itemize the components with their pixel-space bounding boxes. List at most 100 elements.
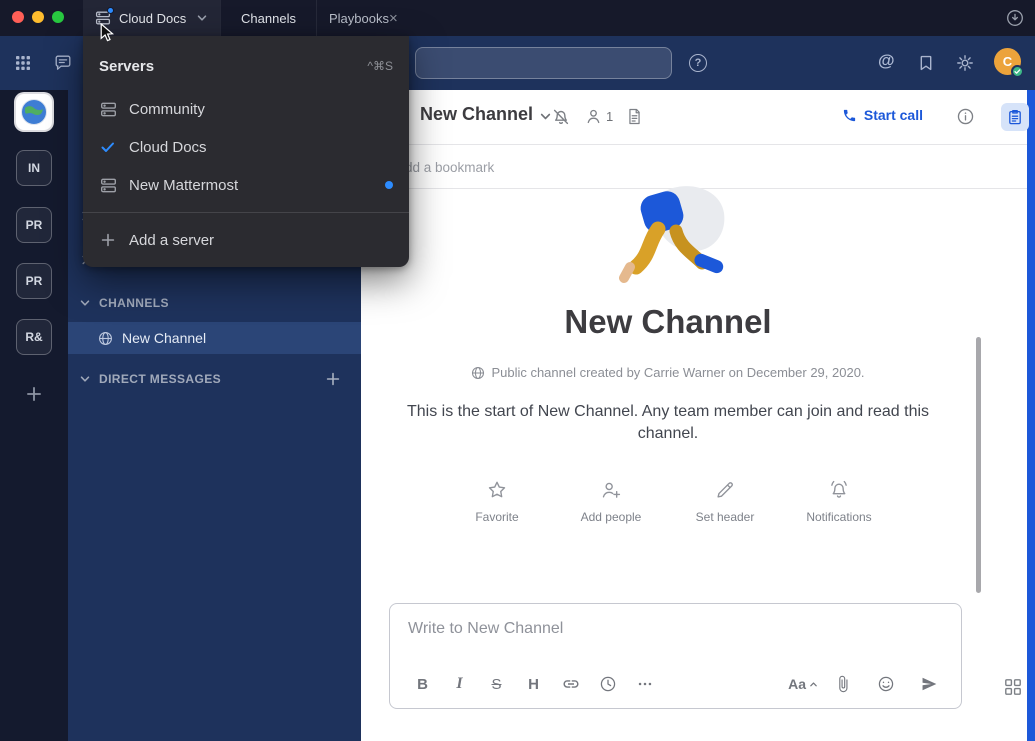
members-button[interactable]: 1 xyxy=(584,107,613,126)
mattermost-window: Cloud Docs Channels Playbooks × ? @ C IN… xyxy=(0,0,1035,741)
server-icon xyxy=(99,176,117,194)
team-item[interactable]: PR xyxy=(16,263,52,299)
team-sidebar: IN PR PR R& xyxy=(0,90,68,741)
server-item-community[interactable]: Community xyxy=(83,90,409,128)
plus-icon xyxy=(99,231,117,249)
channels-chat-icon[interactable] xyxy=(54,54,72,72)
user-avatar[interactable]: C xyxy=(994,48,1021,75)
scrollbar[interactable] xyxy=(976,337,981,593)
apps-grid-icon[interactable] xyxy=(1003,677,1023,697)
server-icon xyxy=(99,100,117,118)
team-item-globe[interactable] xyxy=(16,94,52,130)
pencil-icon xyxy=(714,479,736,501)
settings-gear-icon[interactable] xyxy=(956,54,974,72)
channel-header: New Channel 1 Start call xyxy=(361,90,1027,144)
minimize-window-button[interactable] xyxy=(32,11,44,23)
channel-title: New Channel xyxy=(420,104,533,125)
check-icon xyxy=(99,138,117,156)
help-icon[interactable]: ? xyxy=(689,54,707,72)
servers-shortcut: ^⌘S xyxy=(367,59,393,73)
clipboard-icon xyxy=(1007,109,1023,125)
globe-icon xyxy=(471,366,485,380)
emoji-icon[interactable] xyxy=(867,675,904,693)
tab-playbooks[interactable]: Playbooks × xyxy=(316,0,408,36)
add-bookmark-button[interactable]: Add a bookmark xyxy=(396,160,494,175)
person-plus-icon xyxy=(600,479,622,501)
team-item[interactable]: R& xyxy=(16,319,52,355)
team-item[interactable]: PR xyxy=(16,207,52,243)
server-item-cloud-docs[interactable]: Cloud Docs xyxy=(83,128,409,166)
channel-info-icon[interactable] xyxy=(956,107,975,126)
close-tab-icon[interactable]: × xyxy=(389,11,398,26)
add-server-label: Add a server xyxy=(129,232,214,249)
channel-title-button[interactable]: New Channel xyxy=(420,104,552,125)
servers-menu-header: Servers ^⌘S xyxy=(83,50,409,82)
titlebar: Cloud Docs Channels Playbooks × xyxy=(0,0,1035,36)
message-input[interactable]: Write to New Channel xyxy=(408,620,563,638)
sidebar-channel-new-channel[interactable]: New Channel xyxy=(68,322,361,354)
zoom-window-button[interactable] xyxy=(52,11,64,23)
text-format-toggle[interactable]: Aa xyxy=(788,676,818,692)
action-label: Favorite xyxy=(475,510,518,524)
italic-button[interactable]: I xyxy=(441,675,478,693)
menu-divider xyxy=(83,212,409,213)
add-team-icon[interactable] xyxy=(25,385,43,403)
server-item-label: New Mattermost xyxy=(129,177,238,194)
set-header-button[interactable]: Set header xyxy=(688,479,762,524)
format-label: Aa xyxy=(788,676,806,692)
action-label: Set header xyxy=(696,510,755,524)
notifications-button[interactable]: Notifications xyxy=(802,479,876,524)
category-direct-messages[interactable]: DIRECT MESSAGES xyxy=(68,366,361,392)
channel-intro-illustration xyxy=(600,185,736,289)
close-window-button[interactable] xyxy=(12,11,24,23)
server-item-label: Cloud Docs xyxy=(129,139,207,156)
heading-button[interactable]: H xyxy=(515,676,552,693)
bookmarks-bar: Add a bookmark xyxy=(361,144,1027,189)
products-grid-icon[interactable] xyxy=(15,55,31,71)
send-icon[interactable] xyxy=(910,675,947,693)
chevron-down-icon xyxy=(79,373,91,385)
download-icon[interactable] xyxy=(1006,9,1024,27)
start-call-label: Start call xyxy=(864,107,923,123)
mouse-cursor xyxy=(100,23,115,44)
avatar-initial: C xyxy=(1003,54,1012,69)
pinned-files-icon[interactable] xyxy=(625,107,644,126)
category-channels[interactable]: CHANNELS xyxy=(68,290,361,316)
person-icon xyxy=(584,107,603,126)
servers-menu-title: Servers xyxy=(99,58,154,75)
start-call-button[interactable]: Start call xyxy=(842,107,923,123)
bell-icon xyxy=(828,479,850,501)
team-initials: PR xyxy=(26,274,43,288)
add-server-button[interactable]: Add a server xyxy=(83,221,409,259)
byline-text: Public channel created by Carrie Warner … xyxy=(491,365,864,380)
more-options-icon[interactable] xyxy=(626,675,663,693)
team-initials: PR xyxy=(26,218,43,232)
action-label: Notifications xyxy=(806,510,871,524)
intro-byline: Public channel created by Carrie Warner … xyxy=(471,365,864,380)
team-initials: IN xyxy=(28,161,40,175)
history-clock-icon[interactable] xyxy=(589,675,626,693)
search-input[interactable] xyxy=(415,47,672,79)
bold-button[interactable]: B xyxy=(404,676,441,693)
attach-paperclip-icon[interactable] xyxy=(824,675,861,693)
server-item-new-mattermost[interactable]: New Mattermost xyxy=(83,166,409,204)
saved-posts-bookmark-icon[interactable] xyxy=(917,54,935,72)
intro-heading: New Channel xyxy=(361,303,975,341)
tab-channels[interactable]: Channels xyxy=(220,0,316,36)
add-direct-message-icon[interactable] xyxy=(325,371,341,387)
add-people-button[interactable]: Add people xyxy=(574,479,648,524)
server-tab-label: Cloud Docs xyxy=(119,11,186,26)
globe-avatar xyxy=(20,98,48,126)
muted-bell-icon[interactable] xyxy=(551,107,571,127)
link-icon[interactable] xyxy=(552,675,589,693)
phone-icon xyxy=(842,108,857,123)
message-composer: Write to New Channel B I S H Aa xyxy=(389,603,962,709)
playbooks-app-button[interactable] xyxy=(1001,103,1029,131)
team-item[interactable]: IN xyxy=(16,150,52,186)
formatting-toolbar: B I S H Aa xyxy=(404,669,947,699)
app-bar-strip xyxy=(1027,90,1035,741)
action-label: Add people xyxy=(581,510,642,524)
mentions-at-icon[interactable]: @ xyxy=(878,52,895,69)
favorite-button[interactable]: Favorite xyxy=(460,479,534,524)
strikethrough-button[interactable]: S xyxy=(478,676,515,693)
